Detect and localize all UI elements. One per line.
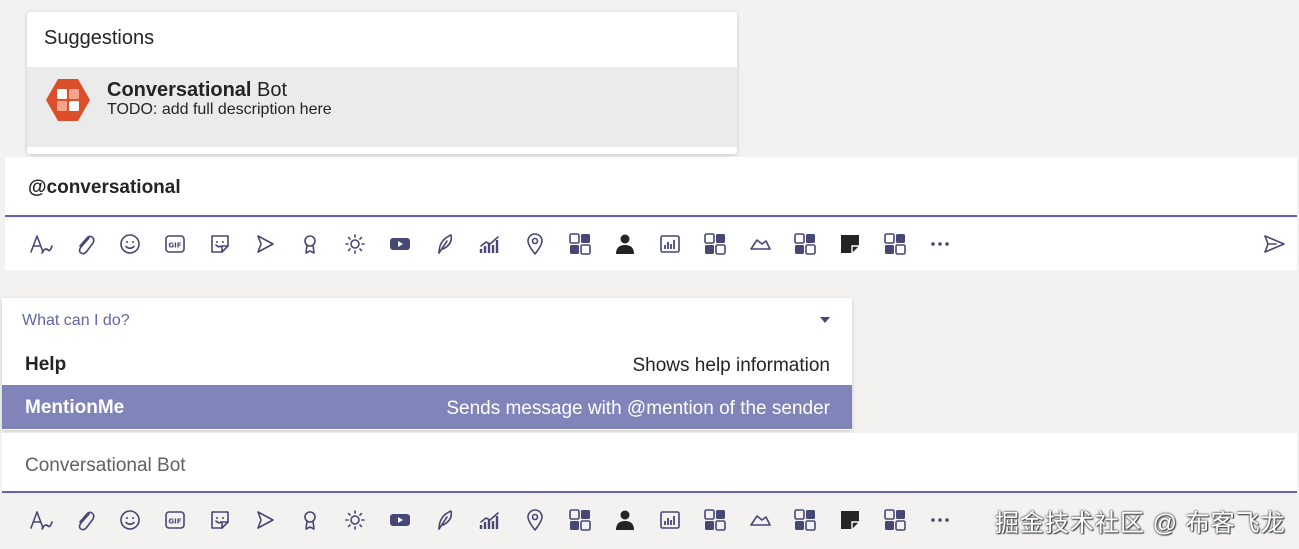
suggestions-title: Suggestions bbox=[44, 27, 155, 49]
what-can-i-do-dropdown[interactable]: What can I do? bbox=[2, 298, 852, 342]
sticker-icon[interactable] bbox=[207, 231, 233, 257]
emoji-icon[interactable] bbox=[117, 507, 143, 533]
note-icon[interactable] bbox=[837, 231, 863, 257]
suggestion-item-conversational-bot[interactable]: Conversational Bot TODO: add full descri… bbox=[27, 67, 737, 147]
more-icon[interactable] bbox=[927, 507, 953, 533]
meet-now-icon[interactable] bbox=[252, 507, 278, 533]
praise-icon[interactable] bbox=[297, 231, 323, 257]
feather-icon[interactable] bbox=[432, 231, 458, 257]
app-grid-icon[interactable] bbox=[567, 507, 593, 533]
analytics-icon[interactable] bbox=[657, 231, 683, 257]
app-grid-icon[interactable] bbox=[882, 231, 908, 257]
suggestions-popup: Suggestions Conversational Bot TODO: add… bbox=[27, 12, 737, 154]
sticker-icon[interactable] bbox=[207, 507, 233, 533]
send-icon[interactable] bbox=[1261, 231, 1287, 257]
praise-icon[interactable] bbox=[297, 507, 323, 533]
command-item-mentionme[interactable]: MentionMe Sends message with @mention of… bbox=[2, 385, 852, 429]
app-grid-icon[interactable] bbox=[882, 507, 908, 533]
watermark-text: 掘金技术社区 @ 布客飞龙 bbox=[995, 510, 1286, 537]
cloud-icon[interactable] bbox=[747, 507, 773, 533]
emoji-icon[interactable] bbox=[117, 231, 143, 257]
attach-icon[interactable] bbox=[72, 231, 98, 257]
app-grid-icon[interactable] bbox=[702, 231, 728, 257]
bot-logo-icon bbox=[46, 79, 90, 121]
location-icon[interactable] bbox=[522, 231, 548, 257]
meet-now-icon[interactable] bbox=[252, 231, 278, 257]
gif-icon[interactable]: GIF bbox=[162, 231, 188, 257]
gif-icon[interactable]: GIF bbox=[162, 507, 188, 533]
command-name: Help bbox=[25, 354, 67, 375]
bot-description: TODO: add full description here bbox=[107, 101, 332, 118]
video-icon[interactable] bbox=[387, 507, 413, 533]
bulb-icon[interactable] bbox=[342, 507, 368, 533]
chevron-down-icon bbox=[820, 317, 830, 323]
svg-text:GIF: GIF bbox=[168, 518, 181, 526]
bot-commands-panel: What can I do? Help Shows help informati… bbox=[2, 298, 852, 430]
svg-text:GIF: GIF bbox=[168, 242, 181, 250]
compose-text: @conversational bbox=[28, 177, 181, 198]
message-compose-box[interactable]: Conversational Bot bbox=[2, 433, 1297, 493]
app-grid-icon[interactable] bbox=[702, 507, 728, 533]
message-compose-box[interactable]: @conversational bbox=[5, 157, 1297, 217]
chart-icon[interactable] bbox=[477, 507, 503, 533]
compose-toolbar: GIF bbox=[5, 218, 1297, 270]
person-icon[interactable] bbox=[612, 507, 638, 533]
more-icon[interactable] bbox=[927, 231, 953, 257]
location-icon[interactable] bbox=[522, 507, 548, 533]
bulb-icon[interactable] bbox=[342, 231, 368, 257]
attach-icon[interactable] bbox=[72, 507, 98, 533]
app-grid-icon[interactable] bbox=[792, 231, 818, 257]
app-grid-icon[interactable] bbox=[567, 231, 593, 257]
video-icon[interactable] bbox=[387, 231, 413, 257]
app-grid-icon[interactable] bbox=[792, 507, 818, 533]
format-icon[interactable] bbox=[27, 231, 53, 257]
person-icon[interactable] bbox=[612, 231, 638, 257]
bot-name: Conversational Bot bbox=[107, 79, 288, 101]
chart-icon[interactable] bbox=[477, 231, 503, 257]
format-icon[interactable] bbox=[27, 507, 53, 533]
note-icon[interactable] bbox=[837, 507, 863, 533]
what-can-i-do-label: What can I do? bbox=[22, 312, 130, 329]
feather-icon[interactable] bbox=[432, 507, 458, 533]
compose-text: Conversational Bot bbox=[25, 455, 186, 476]
command-name: MentionMe bbox=[25, 397, 125, 418]
analytics-icon[interactable] bbox=[657, 507, 683, 533]
command-description: Sends message with @mention of the sende… bbox=[446, 398, 830, 419]
command-description: Shows help information bbox=[632, 355, 831, 376]
command-item-help[interactable]: Help Shows help information bbox=[2, 342, 852, 386]
cloud-icon[interactable] bbox=[747, 231, 773, 257]
